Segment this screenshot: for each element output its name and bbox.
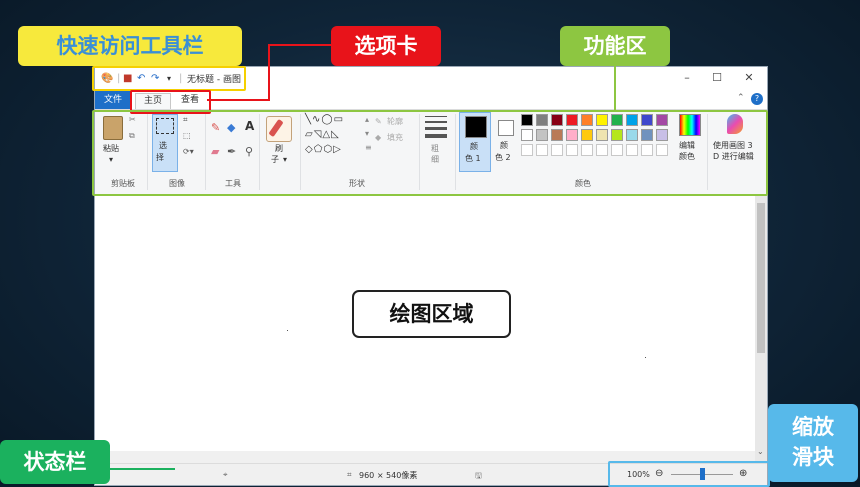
tabs-connector-h2	[207, 99, 270, 101]
ribbon-callout: 功能区	[560, 26, 670, 66]
collapse-ribbon-icon[interactable]: ⌃	[737, 93, 745, 103]
status-bar-callout: 状态栏	[0, 440, 110, 484]
maximize-button[interactable]: ☐	[707, 71, 727, 84]
zoom-slider-highlight	[608, 461, 770, 487]
scroll-down-icon[interactable]: ⌄	[757, 447, 764, 456]
help-icon[interactable]: ?	[751, 93, 763, 105]
drawing-area-callout: 绘图区域	[352, 290, 511, 338]
quick-access-callout: 快速访问工具栏	[18, 26, 242, 66]
status-bar-connector	[100, 468, 175, 470]
tabs-connector-v	[268, 44, 270, 100]
tabs-connector-h1	[268, 44, 332, 46]
file-size-icon: 🖫	[475, 471, 482, 480]
ribbon-highlight	[92, 110, 768, 196]
tab-file[interactable]: 文件	[95, 91, 131, 109]
ribbon-connector	[614, 66, 616, 110]
canvas-dot	[645, 357, 646, 358]
close-button[interactable]: ✕	[739, 71, 759, 84]
vertical-scrollbar[interactable]: ⌄	[755, 195, 767, 463]
minimize-button[interactable]: –	[677, 71, 697, 84]
zoom-slider-callout: 缩放 滑块	[768, 404, 858, 482]
canvas-dot	[287, 330, 288, 331]
tabs-callout: 选项卡	[331, 26, 441, 66]
vertical-scroll-thumb[interactable]	[757, 203, 765, 353]
quick-access-highlight	[92, 66, 246, 91]
canvas-size-icon: ⌗	[347, 470, 352, 479]
cursor-position-icon: ⌖	[223, 470, 228, 479]
canvas-size-text: 960 × 540像素	[359, 471, 418, 480]
